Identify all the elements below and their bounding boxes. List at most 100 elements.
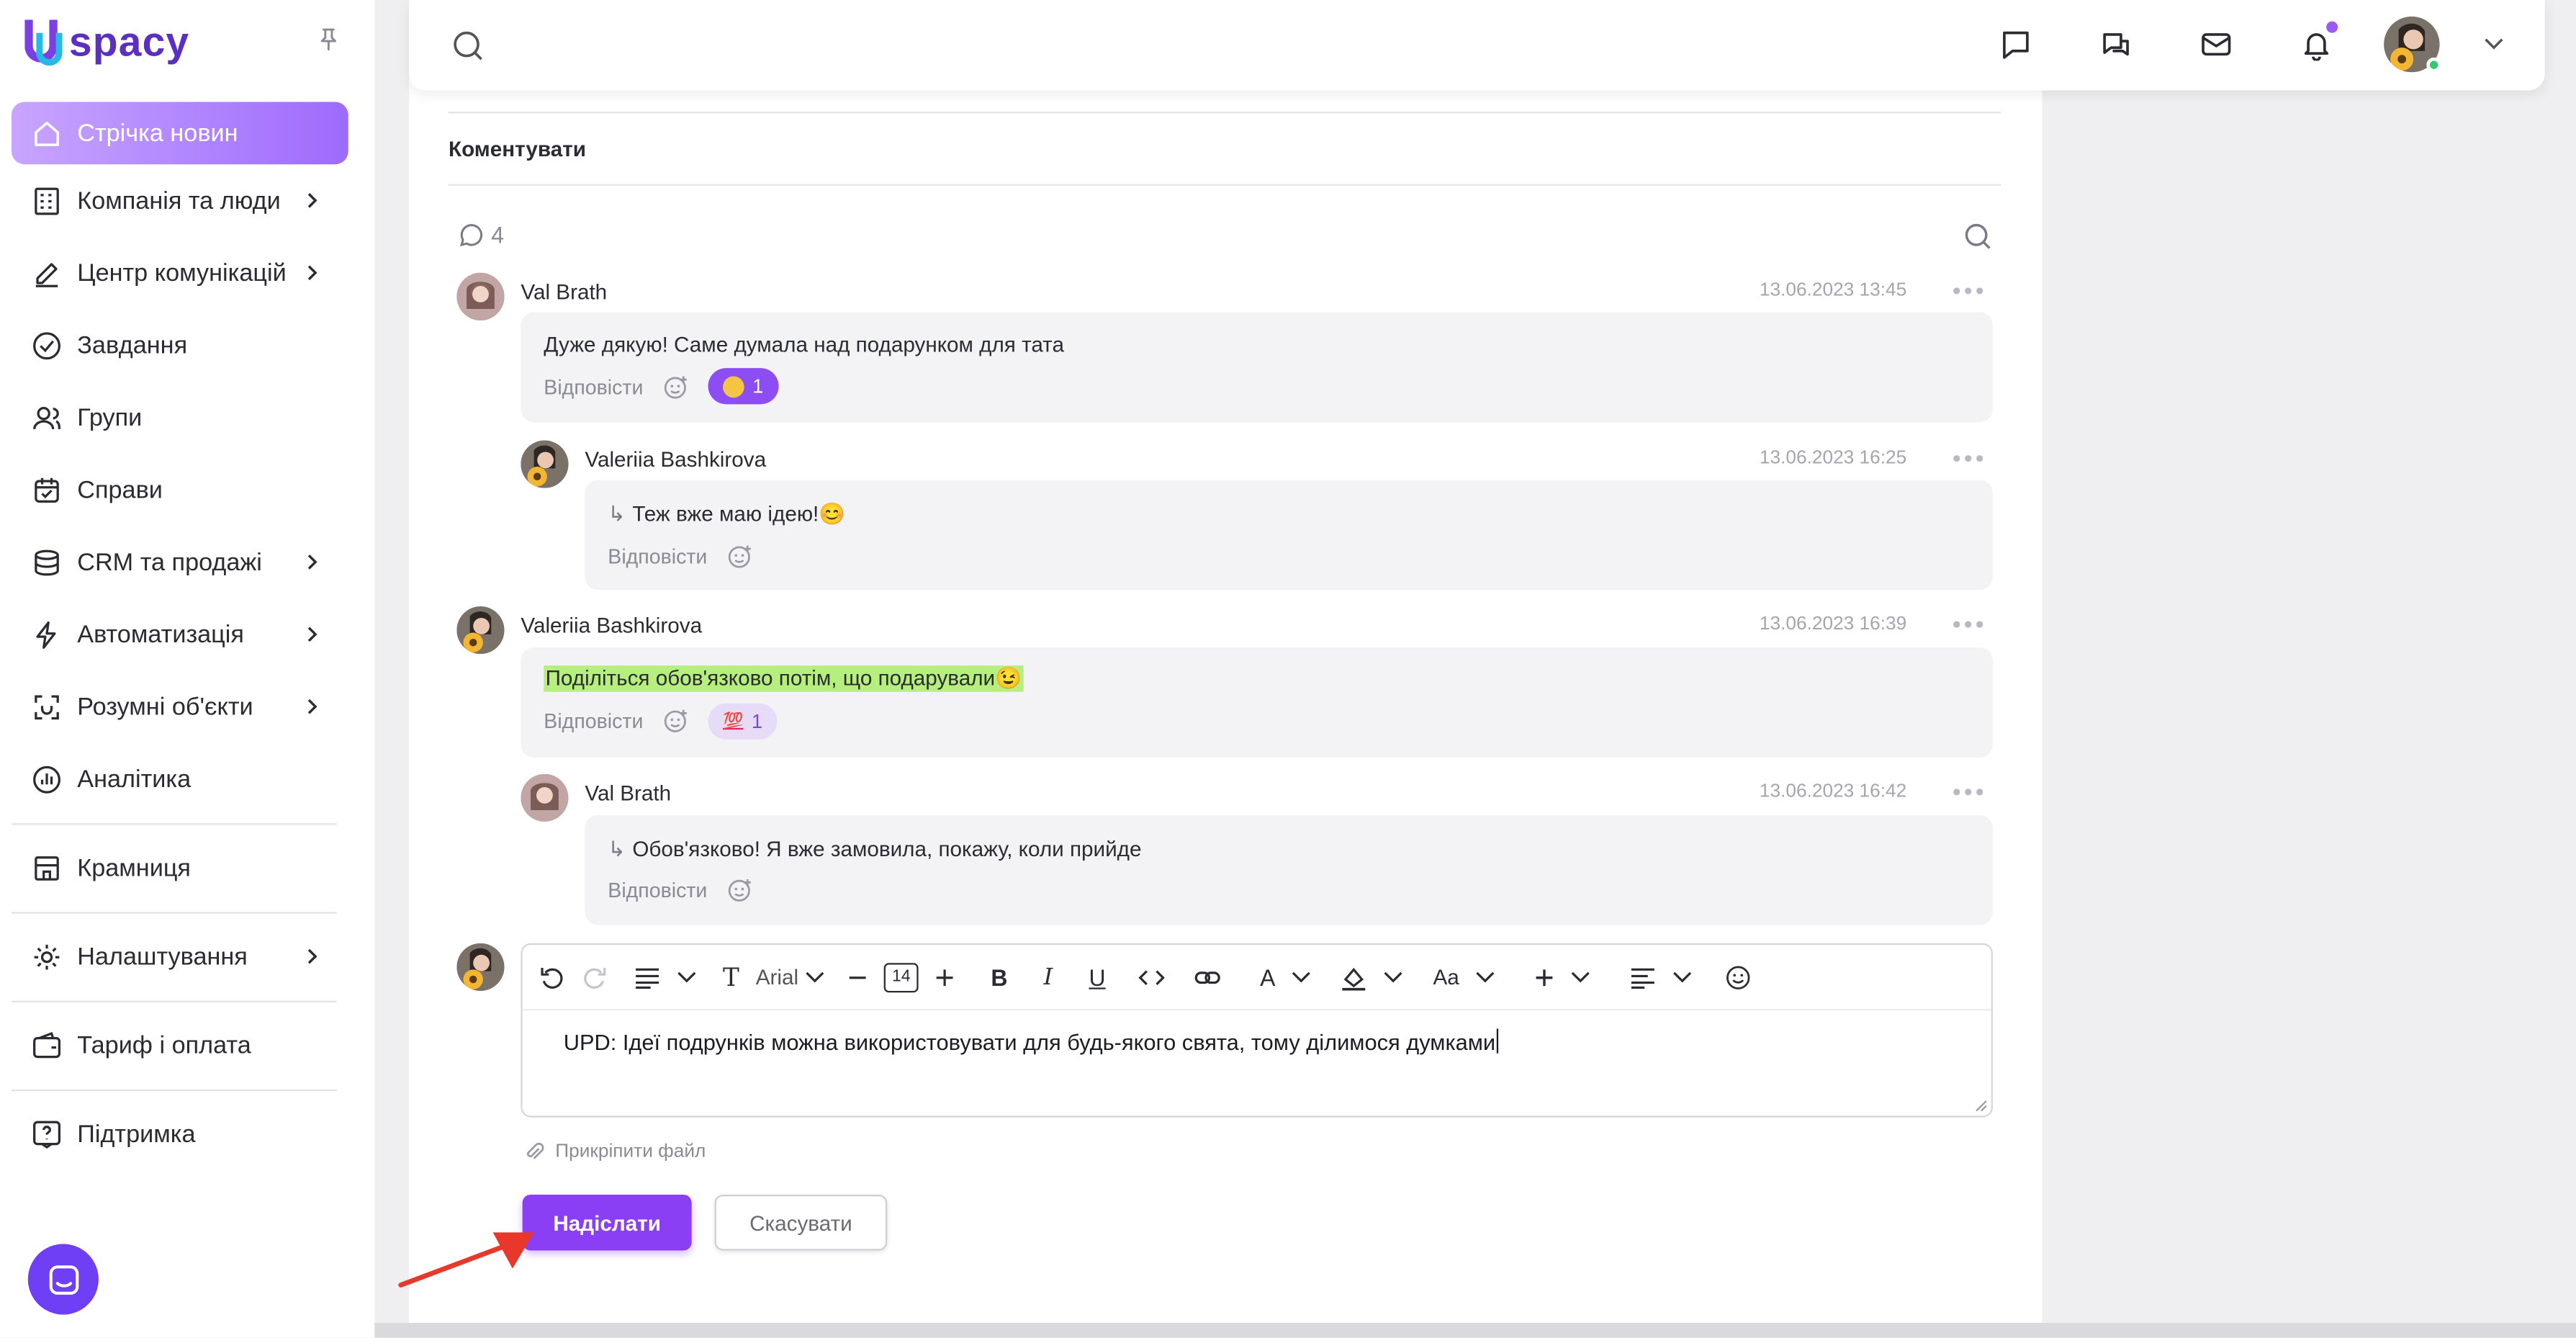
reply-button[interactable]: Відповісти <box>544 377 643 400</box>
decrease-font-icon[interactable] <box>848 958 868 994</box>
reaction-chip[interactable]: 💯 1 <box>708 703 778 740</box>
increase-font-icon[interactable] <box>935 958 955 994</box>
pin-icon[interactable] <box>315 27 342 53</box>
paragraph-format-icon[interactable] <box>634 958 661 994</box>
chevron-down-icon[interactable] <box>1476 958 1495 994</box>
comment-text-highlighted: Поділіться обов'язково потім, що подарув… <box>544 665 1024 692</box>
sidebar-item-label: Тариф і оплата <box>77 1031 251 1059</box>
comment-date: 13.06.2023 16:42 <box>1759 782 1907 802</box>
comment-text: Дуже дякую! Саме думала над подарунком д… <box>544 331 1064 357</box>
chats-icon[interactable] <box>2098 27 2134 63</box>
support-chat-button[interactable] <box>27 1244 99 1315</box>
sidebar-item-store[interactable]: Крамниця <box>12 832 348 904</box>
comment-editor[interactable]: T Arial 14 B I U A Aa UPD: Ідеї подрункі… <box>521 943 1993 1118</box>
comment-count: 4 <box>459 222 504 248</box>
sidebar-item-crm[interactable]: CRM та продажі <box>12 526 348 598</box>
font-size-value[interactable]: 14 <box>883 962 919 992</box>
divider <box>11 823 337 825</box>
underline-icon[interactable]: U <box>1089 958 1105 994</box>
resize-handle-icon[interactable] <box>1975 1100 1988 1113</box>
reply-button[interactable]: Відповісти <box>544 710 643 733</box>
avatar[interactable] <box>521 440 569 488</box>
text-style-icon[interactable]: T <box>723 958 739 994</box>
sidebar-item-smart-objects[interactable]: Розумні об'єкти <box>12 670 348 742</box>
notifications-bell-icon[interactable] <box>2298 21 2338 63</box>
chevron-right-icon <box>307 948 318 964</box>
cancel-button[interactable]: Скасувати <box>714 1194 888 1251</box>
avatar[interactable] <box>456 272 505 320</box>
more-options-icon[interactable] <box>1953 287 1983 297</box>
avatar[interactable] <box>521 773 569 822</box>
notification-dot <box>2326 21 2338 33</box>
chat-icon <box>48 1265 78 1294</box>
sidebar-item-support[interactable]: Підтримка <box>12 1097 348 1169</box>
chevron-down-icon[interactable] <box>1292 958 1311 994</box>
align-left-icon[interactable] <box>1630 958 1657 994</box>
calendar-icon <box>30 473 63 506</box>
chevron-down-icon[interactable] <box>805 958 824 994</box>
sidebar-item-news-feed[interactable]: Стрічка новин <box>11 102 348 165</box>
store-icon <box>30 851 63 884</box>
comment-author[interactable]: Val Brath <box>521 279 607 304</box>
sidebar-item-settings[interactable]: Налаштування <box>12 920 348 992</box>
sidebar-item-label: Справи <box>77 475 163 504</box>
add-reaction-icon[interactable] <box>662 373 692 403</box>
horizontal-scrollbar[interactable] <box>374 1322 2576 1338</box>
comment-bubble <box>585 480 1993 591</box>
code-icon[interactable] <box>1138 958 1165 994</box>
insert-plus-icon[interactable] <box>1535 958 1554 994</box>
reply-button[interactable]: Відповісти <box>608 879 707 902</box>
font-color-icon[interactable]: A <box>1260 958 1275 994</box>
chevron-down-icon[interactable] <box>1384 958 1403 994</box>
editor-content[interactable]: UPD: Ідеї подрунків можна використовуват… <box>564 1028 1499 1055</box>
comment-author[interactable]: Val Brath <box>585 781 671 805</box>
emoji-icon[interactable] <box>1725 958 1752 994</box>
redo-icon[interactable] <box>582 958 608 994</box>
highlight-color-icon[interactable] <box>1341 958 1368 994</box>
avatar[interactable] <box>456 606 505 655</box>
current-user-avatar[interactable] <box>456 943 505 991</box>
add-reaction-icon[interactable] <box>662 706 692 736</box>
sidebar-item-label: Центр комунікацій <box>77 259 287 287</box>
comment-section-title[interactable]: Коментувати <box>449 136 586 161</box>
chevron-down-icon[interactable] <box>2476 27 2512 63</box>
search-icon[interactable] <box>1963 222 1993 251</box>
add-reaction-icon[interactable] <box>726 542 756 572</box>
search-icon[interactable] <box>452 30 485 63</box>
reaction-chip[interactable]: 1 <box>708 368 778 405</box>
sidebar-item-communications[interactable]: Центр комунікацій <box>12 237 348 309</box>
messages-icon[interactable] <box>1998 27 2034 63</box>
user-avatar[interactable] <box>2384 16 2441 73</box>
sidebar-item-tasks[interactable]: Завдання <box>12 309 348 381</box>
comment-count-value: 4 <box>491 222 505 248</box>
bold-icon[interactable]: B <box>991 958 1007 994</box>
chevron-down-icon[interactable] <box>677 958 696 994</box>
more-options-icon[interactable] <box>1953 621 1983 632</box>
italic-icon[interactable]: I <box>1044 958 1053 994</box>
comment-text-content: Обов'язково! Я вже замовила, покажу, кол… <box>632 836 1142 861</box>
sidebar-item-affairs[interactable]: Справи <box>12 454 348 526</box>
font-select[interactable]: Arial <box>756 964 798 989</box>
add-reaction-icon[interactable] <box>726 876 756 905</box>
sidebar-item-analytics[interactable]: Аналітика <box>12 742 348 814</box>
more-options-icon[interactable] <box>1953 789 1983 799</box>
sidebar-item-company[interactable]: Компанія та люди <box>12 164 348 236</box>
comment-author[interactable]: Valeriia Bashkirova <box>585 447 766 472</box>
sidebar-item-groups[interactable]: Групи <box>12 381 348 453</box>
attach-file-button[interactable]: Прикріпити файл <box>524 1141 706 1164</box>
reply-button[interactable]: Відповісти <box>608 546 707 569</box>
sidebar-item-billing[interactable]: Тариф і оплата <box>12 1009 348 1081</box>
mail-icon[interactable] <box>2198 27 2234 63</box>
comment-date: 13.06.2023 13:45 <box>1759 281 1907 301</box>
text-case-icon[interactable]: Aa <box>1433 958 1459 994</box>
chevron-down-icon[interactable] <box>1571 958 1590 994</box>
chevron-down-icon[interactable] <box>1672 958 1692 994</box>
undo-icon[interactable] <box>539 958 565 994</box>
sidebar-item-label: CRM та продажі <box>77 548 262 576</box>
brand-logo[interactable]: spacy <box>22 17 190 69</box>
sidebar-item-automation[interactable]: Автоматизація <box>12 598 348 670</box>
text-cursor <box>1497 1028 1499 1054</box>
more-options-icon[interactable] <box>1953 455 1983 465</box>
link-icon[interactable] <box>1194 958 1221 994</box>
comment-author[interactable]: Valeriia Bashkirova <box>521 613 702 637</box>
